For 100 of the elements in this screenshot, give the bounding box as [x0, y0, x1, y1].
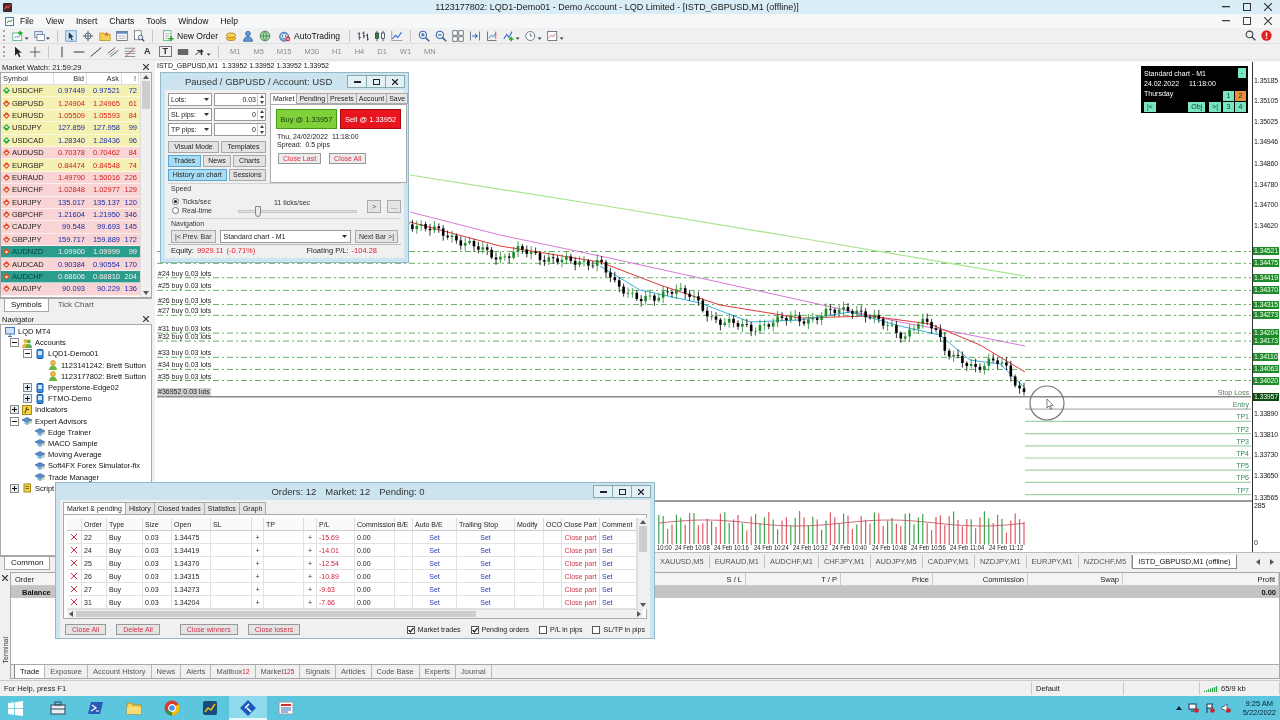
close-icon[interactable] — [71, 586, 77, 592]
scroll-down-icon[interactable] — [639, 603, 646, 607]
collapse-icon[interactable] — [10, 338, 19, 348]
spin-up-icon[interactable] — [259, 95, 264, 99]
flag-icon[interactable] — [1204, 703, 1215, 713]
menu-item[interactable]: Tools — [140, 16, 173, 26]
template-icon[interactable] — [547, 29, 565, 42]
fibonacci-icon[interactable] — [124, 45, 136, 58]
menu-item[interactable]: File — [14, 16, 40, 26]
scroll-left-icon[interactable] — [69, 611, 73, 617]
collapse-icon[interactable] — [10, 416, 19, 426]
scroll-right-icon[interactable] — [637, 611, 641, 617]
cursor-icon[interactable] — [12, 45, 24, 58]
alert-icon[interactable] — [1261, 30, 1272, 41]
document-app-icon[interactable] — [278, 700, 294, 716]
caret-up-icon[interactable] — [1175, 706, 1182, 710]
checkbox[interactable] — [470, 625, 479, 634]
expand-icon[interactable] — [10, 405, 19, 415]
crosshair-icon[interactable] — [29, 45, 41, 58]
menu-item[interactable]: Charts — [103, 16, 141, 26]
folder-star-icon[interactable] — [99, 29, 111, 42]
scroll-up-icon[interactable] — [143, 75, 149, 79]
spin-down-icon[interactable] — [259, 130, 264, 134]
radio-button[interactable] — [172, 198, 179, 205]
close-icon[interactable] — [2, 575, 8, 581]
close-icon[interactable] — [71, 573, 77, 579]
auto-trading-button[interactable]: AutoTrading — [276, 28, 343, 43]
slider-thumb[interactable] — [254, 206, 261, 217]
toolbox-icon[interactable] — [50, 700, 66, 716]
menu-item[interactable]: Window — [172, 16, 215, 26]
zoom-out-icon[interactable] — [435, 29, 448, 42]
chart-app-icon[interactable] — [202, 700, 218, 716]
magnifier-document-icon[interactable] — [133, 29, 145, 42]
panel-icon[interactable] — [116, 29, 128, 42]
expand-icon[interactable] — [23, 383, 32, 393]
close-icon[interactable] — [143, 64, 149, 70]
trendline-icon[interactable] — [90, 45, 102, 58]
network-icon[interactable] — [1187, 703, 1199, 713]
spin-up-icon[interactable] — [259, 110, 264, 114]
caret-icon[interactable] — [341, 235, 347, 238]
menu-item[interactable]: Help — [214, 16, 244, 26]
minimize-button[interactable] — [593, 485, 613, 498]
tile-windows-icon[interactable] — [452, 29, 465, 42]
powershell-icon[interactable] — [88, 700, 104, 716]
close-button[interactable] — [631, 485, 651, 498]
windows-icon[interactable] — [34, 29, 50, 42]
minimize-button[interactable] — [347, 75, 367, 88]
close-icon[interactable] — [71, 534, 77, 540]
scroll-up-icon[interactable] — [639, 520, 646, 524]
text-label-tool[interactable]: T — [158, 46, 172, 57]
expand-icon[interactable] — [10, 483, 19, 493]
close-icon[interactable] — [1264, 17, 1272, 25]
start-icon[interactable] — [8, 700, 23, 716]
spin-up-icon[interactable] — [259, 125, 264, 129]
chart-shift-icon[interactable] — [486, 29, 499, 42]
pointer-window-icon[interactable] — [65, 29, 77, 42]
globe-icon[interactable] — [259, 29, 272, 42]
minimize-icon[interactable] — [1222, 20, 1230, 22]
search-icon[interactable] — [1245, 30, 1256, 41]
person-icon[interactable] — [242, 29, 255, 42]
checkbox[interactable] — [539, 625, 548, 634]
caret-icon[interactable] — [204, 128, 209, 131]
zoom-in-icon[interactable] — [418, 29, 431, 42]
scrollbar-thumb[interactable] — [76, 611, 476, 617]
text-tool[interactable]: A — [141, 47, 154, 56]
minimize-icon[interactable] — [1222, 6, 1230, 8]
checkbox[interactable] — [592, 625, 601, 634]
close-icon[interactable] — [71, 547, 77, 553]
scrollbar-thumb[interactable] — [142, 81, 150, 109]
speaker-icon[interactable] — [1220, 703, 1231, 713]
clock-icon[interactable] — [525, 29, 543, 42]
panel-tab[interactable]: Common — [4, 557, 51, 570]
panel-tab[interactable]: Tick Chart — [50, 299, 101, 312]
radio-button[interactable] — [172, 207, 179, 214]
scroll-right-icon[interactable] — [1270, 558, 1274, 565]
bar-chart-icon[interactable] — [357, 29, 370, 42]
maximize-button[interactable] — [366, 75, 386, 88]
spin-down-icon[interactable] — [259, 115, 264, 119]
maximize-button[interactable] — [612, 485, 632, 498]
close-button[interactable] — [385, 75, 405, 88]
caret-icon[interactable] — [204, 98, 209, 101]
scroll-left-icon[interactable] — [1256, 558, 1260, 565]
diamond-chevron-icon[interactable] — [229, 696, 267, 720]
channel-icon[interactable] — [107, 45, 119, 58]
close-icon[interactable] — [71, 599, 77, 605]
crosshair-icon[interactable] — [82, 29, 94, 42]
browser-icon[interactable] — [164, 700, 180, 716]
scroll-down-icon[interactable] — [143, 291, 149, 295]
menu-item[interactable]: Insert — [70, 16, 104, 26]
collapse-icon[interactable] — [23, 349, 32, 359]
spin-down-icon[interactable] — [259, 100, 264, 104]
expand-icon[interactable] — [23, 394, 32, 404]
candlestick-icon[interactable] — [374, 29, 387, 42]
scroll-right-icon[interactable] — [469, 29, 482, 42]
caret-icon[interactable] — [204, 113, 209, 116]
menu-item[interactable]: View — [39, 16, 70, 26]
close-icon[interactable] — [143, 316, 149, 322]
close-icon[interactable] — [1264, 3, 1272, 11]
checkbox[interactable] — [406, 625, 415, 634]
line-chart-icon[interactable] — [391, 29, 404, 42]
